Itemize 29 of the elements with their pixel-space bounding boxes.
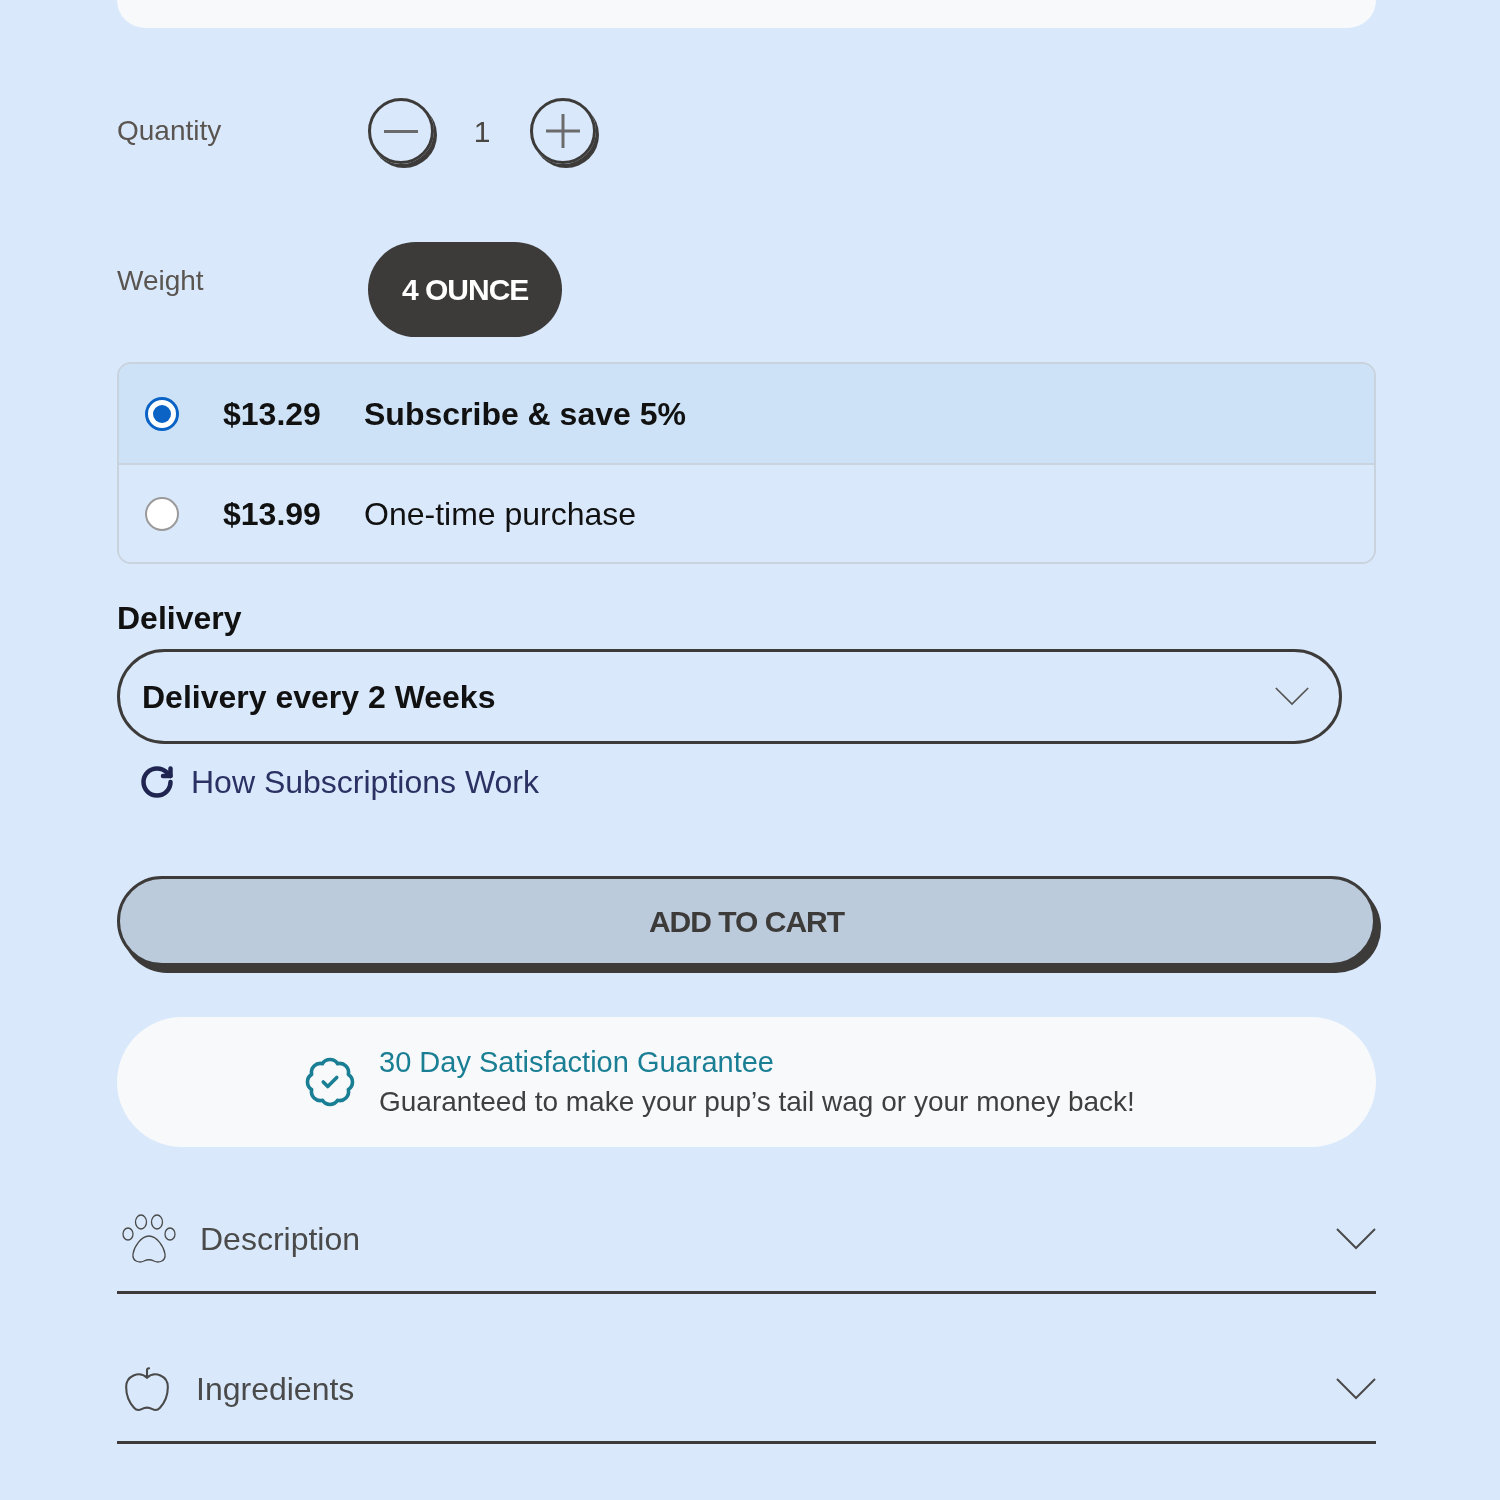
quantity-label: Quantity [117, 114, 223, 148]
delivery-select[interactable]: Delivery every 2 Weeks [117, 649, 1342, 744]
paw-icon [122, 1214, 176, 1264]
guarantee-title: 30 Day Satisfaction Guarantee [379, 1045, 775, 1080]
purchase-option[interactable]: $13.29 Subscribe & save 5% [119, 364, 1374, 463]
accordion-header[interactable]: Ingredients [117, 1341, 1376, 1444]
accordion-header[interactable]: Description [117, 1191, 1376, 1294]
minus-icon [384, 129, 418, 133]
option-price: $13.29 [223, 394, 322, 434]
quantity-value: 1 [472, 113, 492, 150]
accordion-title: Ingredients [196, 1370, 356, 1409]
chevron-down-icon [1336, 1378, 1376, 1400]
guarantee-text: Guaranteed to make your pup’s tail wag or your money back! [379, 1085, 1135, 1119]
how-subscriptions-work-link[interactable]: How Subscriptions Work [139, 762, 539, 802]
refresh-icon [139, 764, 175, 800]
purchase-option[interactable]: $13.99 One-time purchase [119, 463, 1374, 562]
radio-selected-icon[interactable] [145, 396, 179, 431]
delivery-label: Delivery [117, 599, 242, 638]
option-label: One-time purchase [364, 494, 637, 534]
plus-icon [546, 114, 580, 148]
badge-check-icon [303, 1055, 357, 1109]
weight-label: Weight [117, 263, 205, 298]
chevron-down-icon [1336, 1228, 1376, 1250]
option-label: Subscribe & save 5% [364, 394, 686, 434]
option-price: $13.99 [223, 494, 322, 534]
accordion-title: Description [200, 1220, 362, 1259]
chevron-down-icon [1275, 687, 1309, 706]
weight-option[interactable]: 4 OUNCE [368, 242, 563, 337]
radio-empty-icon[interactable] [145, 496, 179, 531]
